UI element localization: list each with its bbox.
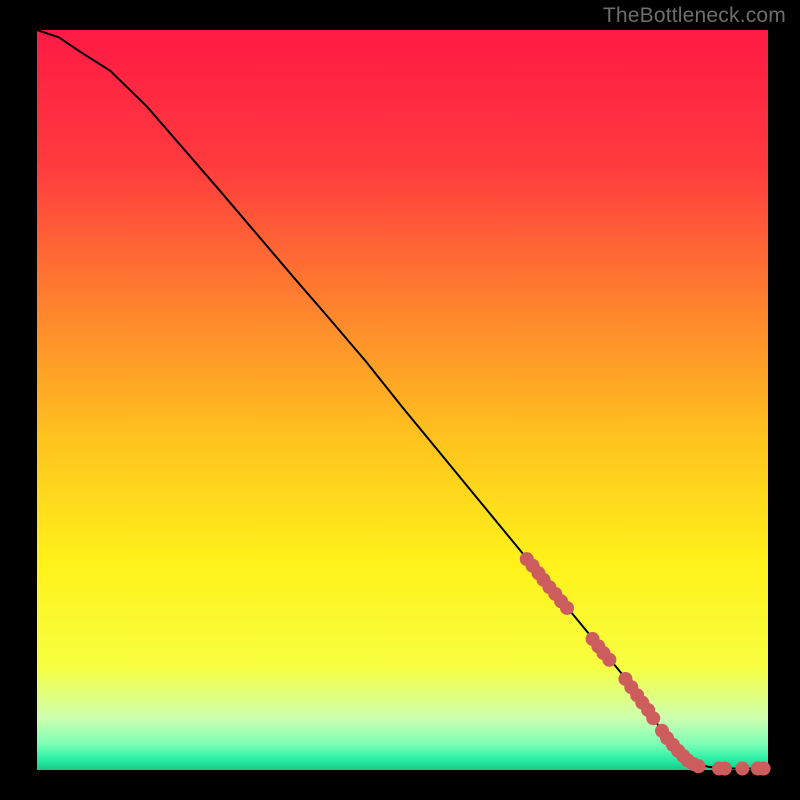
highlight-point — [692, 759, 706, 773]
highlight-point — [718, 762, 732, 776]
gradient-background — [37, 30, 768, 770]
chart-stage: TheBottleneck.com — [0, 0, 800, 800]
highlight-point — [602, 653, 616, 667]
highlight-point — [560, 601, 574, 615]
highlight-point — [646, 711, 660, 725]
highlight-point — [735, 762, 749, 776]
highlight-point — [757, 762, 771, 776]
chart-svg — [0, 0, 800, 800]
